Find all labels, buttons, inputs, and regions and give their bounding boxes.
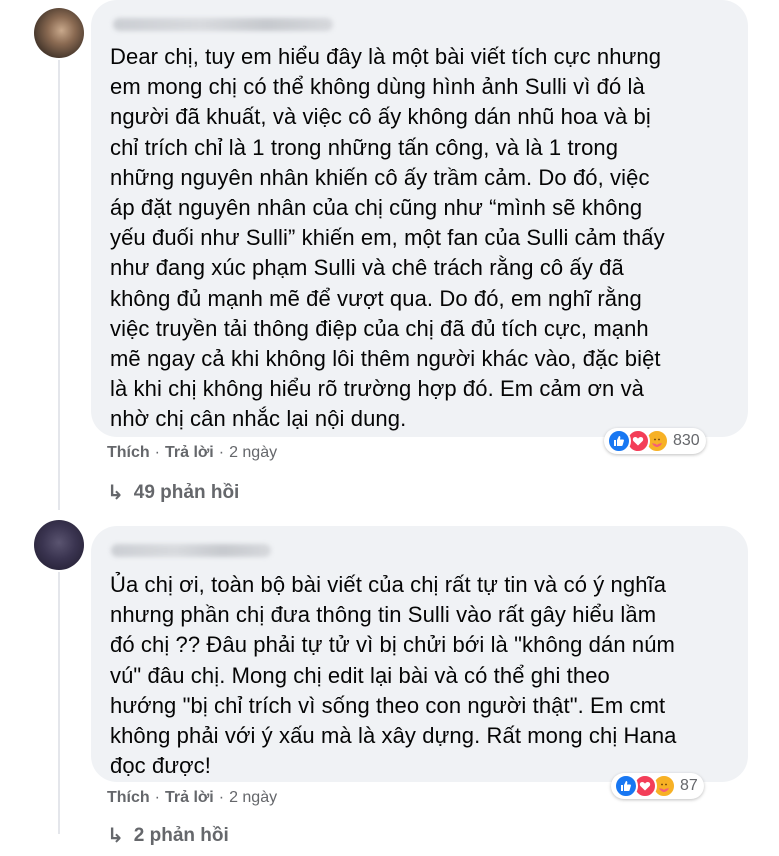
- reaction-count: 87: [680, 777, 698, 794]
- comment-author[interactable]: [110, 540, 728, 560]
- like-button[interactable]: Thích: [107, 444, 150, 462]
- separator: ·: [218, 789, 225, 806]
- separator: ·: [154, 444, 160, 461]
- comment-timestamp[interactable]: 2 ngày: [229, 444, 277, 462]
- author-name-blurred: [113, 17, 333, 31]
- comment-author[interactable]: [110, 14, 728, 34]
- comment-timestamp[interactable]: 2 ngày: [229, 789, 277, 807]
- author-name-blurred: [111, 543, 271, 557]
- reaction-summary[interactable]: 830: [604, 428, 706, 454]
- like-icon: [614, 774, 638, 798]
- reply-button[interactable]: Trả lời: [165, 789, 214, 807]
- replies-count-label: 2 phản hồi: [133, 824, 229, 846]
- separator: ·: [154, 789, 160, 806]
- comment-actions: Thích · Trả lời · 2 ngày: [107, 789, 277, 807]
- reply-button[interactable]: Trả lời: [165, 444, 214, 462]
- comment-text: Ủa chị ơi, toàn bộ bài viết của chị rất …: [110, 572, 677, 779]
- separator: ·: [218, 444, 225, 461]
- comment-text: Dear chị, tuy em hiểu đây là một bài viế…: [110, 44, 665, 432]
- reaction-count: 830: [673, 432, 700, 449]
- view-replies-link[interactable]: ↳ 49 phản hồi: [107, 480, 239, 505]
- avatar[interactable]: [34, 520, 84, 570]
- reaction-summary[interactable]: 87: [611, 773, 704, 799]
- comment-bubble: Dear chị, tuy em hiểu đây là một bài viế…: [91, 0, 748, 437]
- replies-count-label: 49 phản hồi: [133, 481, 240, 503]
- thread-line: [58, 572, 60, 834]
- avatar[interactable]: [34, 8, 84, 58]
- comment-bubble: Ủa chị ơi, toàn bộ bài viết của chị rất …: [91, 526, 748, 782]
- reply-arrow-icon: ↳: [107, 825, 124, 847]
- reply-arrow-icon: ↳: [107, 482, 124, 504]
- comment-actions: Thích · Trả lời · 2 ngày: [107, 444, 277, 462]
- like-icon: [607, 429, 631, 453]
- like-button[interactable]: Thích: [107, 789, 150, 807]
- thread-line: [58, 60, 60, 510]
- view-replies-link[interactable]: ↳ 2 phản hồi: [107, 823, 229, 848]
